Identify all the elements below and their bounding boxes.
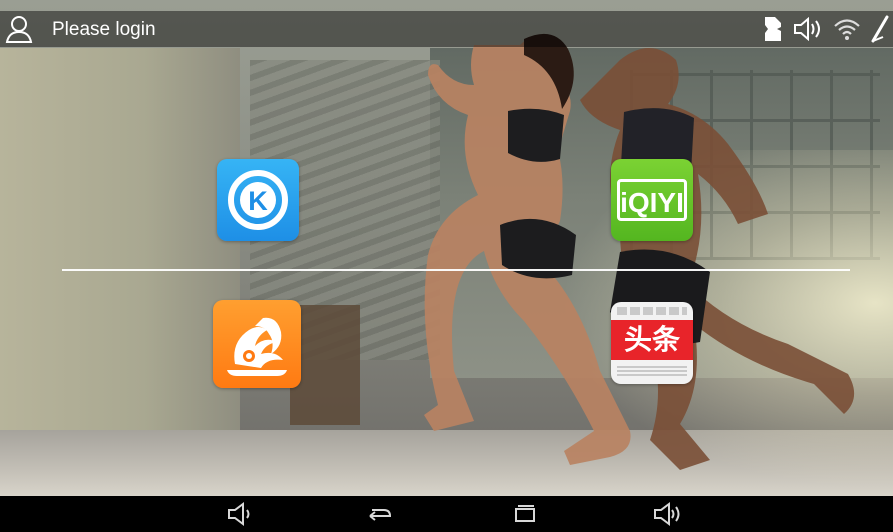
signal-icon — [871, 15, 889, 43]
login-prompt[interactable]: Please login — [52, 19, 156, 41]
kugou-logo: K — [228, 170, 288, 230]
home-screen: Please login K iQIYI 头条 — [0, 0, 893, 532]
home-divider — [62, 269, 850, 271]
uc-browser-app-icon[interactable] — [213, 300, 301, 388]
navigation-bar — [0, 496, 893, 532]
volume-icon — [794, 17, 820, 41]
toutiao-app-icon[interactable]: 头条 — [611, 302, 693, 384]
wallpaper-photo — [0, 0, 893, 496]
runner-man-image — [580, 48, 855, 470]
svg-text:K: K — [248, 186, 268, 216]
iqiyi-app-icon[interactable]: iQIYI — [611, 159, 693, 241]
iqiyi-logo: iQIYI — [617, 179, 687, 221]
volume-up-icon[interactable] — [652, 501, 682, 527]
uc-squirrel-logo — [227, 317, 287, 376]
toutiao-decoration-top — [617, 307, 687, 315]
toutiao-decoration-bottom — [617, 366, 687, 376]
back-icon[interactable] — [366, 501, 396, 527]
status-icons — [761, 13, 889, 45]
recent-apps-icon[interactable] — [510, 501, 540, 527]
wifi-icon — [834, 19, 860, 40]
kugou-app-icon[interactable]: K — [217, 159, 299, 241]
toutiao-logo: 头条 — [623, 323, 680, 356]
user-icon[interactable] — [4, 14, 34, 44]
status-bar: Please login — [0, 11, 893, 47]
notification-icon — [765, 17, 781, 41]
volume-down-icon[interactable] — [225, 501, 255, 527]
